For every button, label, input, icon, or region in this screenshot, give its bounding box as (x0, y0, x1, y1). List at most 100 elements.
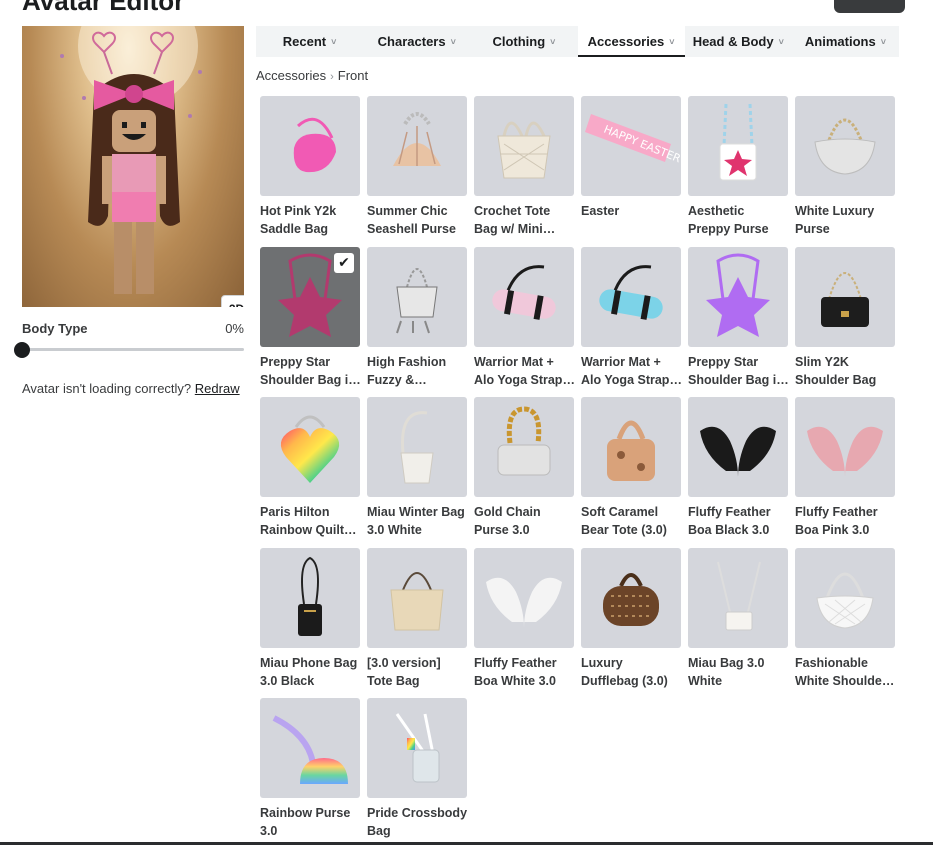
item-card[interactable]: White Luxury Purse (795, 96, 896, 247)
item-name: Fluffy Feather Boa Black 3.0 (688, 505, 771, 537)
item-name: Fluffy Feather Boa Pink 3.0 (795, 505, 878, 537)
tab-head-body[interactable]: Head & Body ˅ (685, 26, 792, 57)
item-name: Gold Chain Purse 3.0 (474, 505, 541, 537)
tab-label: Clothing (492, 34, 546, 49)
item-name: Pride Crossbody Bag (367, 806, 468, 838)
slim-shoulder-bag-icon (821, 271, 869, 327)
item-grid: Hot Pink Y2k Saddle Bag Summer Chic Seas… (260, 96, 900, 845)
item-card[interactable]: Aesthetic Preppy Purse (688, 96, 789, 247)
breadcrumb-separator-icon: › (330, 71, 334, 83)
tab-characters[interactable]: Characters ˅ (363, 26, 470, 57)
tab-animations[interactable]: Animations ˅ (792, 26, 899, 57)
chevron-down-icon: ˅ (331, 36, 337, 47)
item-name: Warrior Mat + Alo Yoga Strap Pink (474, 354, 563, 387)
feather-boa-icon (700, 426, 776, 477)
item-thumbnail[interactable] (260, 547, 360, 648)
crochet-tote-icon (497, 121, 551, 179)
item-thumbnail[interactable] (795, 246, 895, 347)
item-card[interactable]: Paris Hilton Rainbow Quilted Heart (260, 397, 361, 548)
item-thumbnail[interactable] (474, 397, 574, 497)
item-card[interactable]: Fluffy Feather Boa White 3.0 (474, 547, 575, 699)
item-card[interactable]: Luxury Dufflebag (3.0) (581, 547, 682, 699)
item-thumbnail[interactable] (795, 96, 895, 196)
item-thumbnail[interactable] (581, 547, 681, 648)
item-thumbnail[interactable]: ✔ (260, 246, 360, 347)
avatar-preview[interactable]: 2D (22, 26, 244, 307)
item-name: White Luxury Purse (795, 204, 875, 236)
item-thumbnail[interactable] (474, 246, 574, 347)
item-card[interactable]: Preppy Star Shoulder Bag in Purple (688, 246, 789, 398)
body-type-slider[interactable] (22, 348, 244, 351)
breadcrumb-parent[interactable]: Accessories (256, 68, 326, 83)
item-card[interactable]: HAPPY EASTER Easter (581, 96, 682, 247)
item-thumbnail[interactable] (367, 246, 467, 347)
chevron-down-icon: ˅ (778, 36, 784, 47)
item-card[interactable]: High Fashion Fuzzy & Fabulous (367, 246, 468, 398)
item-name: Rainbow Purse 3.0 (260, 806, 351, 838)
fuzzy-bag-icon (396, 267, 438, 333)
crossbody-bag-icon (395, 713, 440, 783)
rainbow-heart-bag-icon (280, 415, 340, 483)
item-card[interactable]: Miau Winter Bag 3.0 White (367, 397, 468, 548)
item-card[interactable]: Hot Pink Y2k Saddle Bag (260, 96, 361, 247)
item-card[interactable]: Pride Crossbody Bag (367, 698, 468, 845)
item-thumbnail[interactable] (581, 246, 681, 347)
item-thumbnail[interactable] (260, 698, 360, 798)
item-card[interactable]: Miau Phone Bag 3.0 Black (260, 547, 361, 699)
item-thumbnail[interactable] (367, 397, 467, 497)
item-card[interactable]: Warrior Mat + Alo Yoga Strap Pink (474, 246, 575, 398)
item-thumbnail[interactable] (795, 547, 895, 648)
item-card[interactable]: Miau Bag 3.0 White (688, 547, 789, 699)
item-thumbnail[interactable]: HAPPY EASTER (581, 96, 681, 196)
item-card[interactable]: Warrior Mat + Alo Yoga Strap Blue (581, 246, 682, 398)
bucket-bag-icon (400, 411, 434, 484)
item-card[interactable]: Slim Y2K Shoulder Bag (795, 246, 896, 398)
redraw-link[interactable]: Redraw (195, 381, 240, 396)
tab-accessories[interactable]: Accessories ˅ (577, 26, 685, 57)
body-type-value: 0% (225, 321, 244, 336)
item-name: Slim Y2K Shoulder Bag (795, 354, 877, 387)
category-tabs: Recent ˅ Characters ˅ Clothing ˅ Accessories ˅ H… (256, 26, 899, 57)
body-type-label: Body Type (22, 321, 88, 336)
item-thumbnail[interactable] (688, 246, 788, 347)
item-card[interactable]: Gold Chain Purse 3.0 (474, 397, 575, 548)
item-card[interactable]: Rainbow Purse 3.0 (260, 698, 361, 845)
item-thumbnail[interactable] (367, 96, 467, 196)
item-card[interactable]: ✔ Preppy Star Shoulder Bag in Pink (260, 246, 361, 398)
avatar-figure (60, 26, 202, 294)
header-action-button[interactable] (834, 0, 905, 13)
avatar-loading-help: Avatar isn't loading correctly? Redraw (22, 381, 240, 396)
item-name: Paris Hilton Rainbow Quilted Heart (260, 505, 359, 537)
body-type-slider-thumb[interactable] (14, 342, 30, 358)
duffle-bag-icon (603, 572, 659, 626)
tab-label: Characters (377, 34, 446, 49)
item-name: Miau Phone Bag 3.0 Black (260, 655, 358, 688)
item-card[interactable]: Fashionable White Shoulder Bag (795, 547, 896, 699)
quilted-shoulder-bag-icon (816, 572, 874, 629)
chevron-down-icon: ˅ (450, 36, 456, 47)
item-card[interactable]: Crochet Tote Bag w/ Mini Bows (474, 96, 575, 247)
item-name: Preppy Star Shoulder Bag in Purple (688, 354, 784, 387)
item-thumbnail[interactable] (474, 96, 574, 196)
item-thumbnail[interactable] (688, 96, 788, 196)
item-thumbnail[interactable] (688, 397, 788, 497)
item-card[interactable]: Fluffy Feather Boa Black 3.0 (688, 397, 789, 548)
tab-clothing[interactable]: Clothing ˅ (470, 26, 577, 57)
item-card[interactable]: Soft Caramel Bear Tote (3.0) (581, 397, 682, 548)
item-card[interactable]: Summer Chic Seashell Purse (367, 96, 468, 247)
view-2d-button[interactable]: 2D (221, 295, 244, 307)
bear-tote-icon (607, 420, 655, 481)
item-thumbnail[interactable] (260, 96, 360, 196)
item-card[interactable]: Fluffy Feather Boa Pink 3.0 (795, 397, 896, 548)
star-shoulder-bag-icon (706, 253, 770, 337)
item-thumbnail[interactable] (688, 547, 788, 648)
item-thumbnail[interactable] (367, 547, 467, 648)
item-thumbnail[interactable] (367, 698, 467, 798)
item-thumbnail[interactable] (260, 397, 360, 497)
item-card[interactable]: [3.0 version] Tote Bag (367, 547, 468, 699)
item-thumbnail[interactable] (581, 397, 681, 497)
tote-bag-icon (390, 571, 444, 630)
item-thumbnail[interactable] (474, 547, 574, 648)
tab-recent[interactable]: Recent ˅ (256, 26, 363, 57)
item-thumbnail[interactable] (795, 397, 895, 497)
